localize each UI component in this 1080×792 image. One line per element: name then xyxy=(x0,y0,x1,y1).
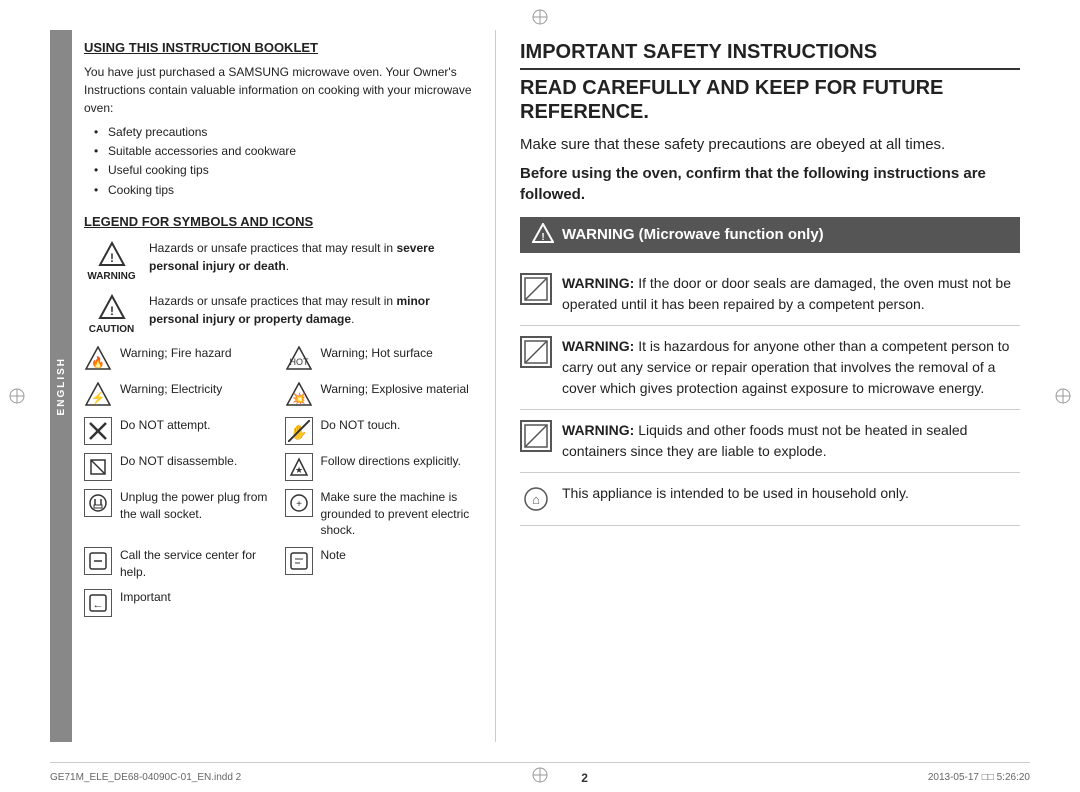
svg-text:★: ★ xyxy=(294,465,302,475)
warning-legend-row: ! WARNING Hazards or unsafe practices th… xyxy=(84,239,475,282)
svg-text:←: ← xyxy=(93,599,104,611)
bullet-item: Safety precautions xyxy=(94,123,475,142)
icon-follow-directions: ★ Follow directions explicitly. xyxy=(285,453,476,481)
svg-text:!: ! xyxy=(110,304,114,318)
legend-title: LEGEND FOR SYMBOLS AND ICONS xyxy=(84,214,475,229)
icon-do-not-disassemble: Do NOT disassemble. xyxy=(84,453,275,481)
svg-text:⌂: ⌂ xyxy=(532,492,540,507)
call-service-icon xyxy=(84,547,112,575)
reg-mark-left xyxy=(8,387,26,405)
language-label: ENGLISH xyxy=(56,357,67,415)
do-not-attempt-icon xyxy=(84,417,112,445)
left-column: USING THIS INSTRUCTION BOOKLET You have … xyxy=(76,30,496,742)
no-touch-icon-1 xyxy=(520,273,552,305)
warning-banner: ! WARNING (Microwave function only) xyxy=(520,217,1020,253)
household-icon: ⌂ xyxy=(520,483,552,515)
icon-do-not-touch: ✋ Do NOT touch. xyxy=(285,417,476,445)
note-icon xyxy=(285,547,313,575)
page-number: 2 xyxy=(581,771,588,785)
svg-text:💥: 💥 xyxy=(292,392,306,405)
content-area: ENGLISH USING THIS INSTRUCTION BOOKLET Y… xyxy=(50,30,1030,742)
do-not-disassemble-icon xyxy=(84,453,112,481)
right-column: IMPORTANT SAFETY INSTRUCTIONS READ CAREF… xyxy=(496,30,1030,742)
reg-mark-right xyxy=(1054,387,1072,405)
booklet-bullet-list: Safety precautions Suitable accessories … xyxy=(94,123,475,200)
sub-title: READ CAREFULLY AND KEEP FOR FUTURE REFER… xyxy=(520,76,1020,124)
safety-item-2-text: WARNING: It is hazardous for anyone othe… xyxy=(562,336,1020,399)
icon-important: ← Important xyxy=(84,589,275,617)
warning-icon-label: ! WARNING xyxy=(84,239,139,282)
icon-call-service: Call the service center for help. xyxy=(84,547,275,581)
bullet-item: Cooking tips xyxy=(94,181,475,200)
footer: GE71M_ELE_DE68-04090C-01_EN.indd 2 2 201… xyxy=(50,762,1030,792)
fire-hazard-icon: 🔥 xyxy=(84,345,112,373)
svg-text:HOT: HOT xyxy=(289,357,309,367)
caution-triangle-icon: ! xyxy=(97,292,127,322)
icon-note: Note xyxy=(285,547,476,581)
safety-item-4: ⌂ This appliance is intended to be used … xyxy=(520,473,1020,526)
svg-text:!: ! xyxy=(110,251,114,265)
legend-section: LEGEND FOR SYMBOLS AND ICONS ! WARNING xyxy=(84,214,475,617)
footer-right-text: 2013-05-17 □□ 5:26:20 xyxy=(928,772,1030,783)
grounded-icon: + xyxy=(285,489,313,517)
icon-fire-hazard: 🔥 Warning; Fire hazard xyxy=(84,345,275,373)
svg-text:⚡: ⚡ xyxy=(91,391,106,405)
no-touch-icon-2 xyxy=(520,336,552,368)
icon-hot-surface: HOT Warning; Hot surface xyxy=(285,345,476,373)
warning-banner-text: WARNING (Microwave function only) xyxy=(562,226,824,243)
safety-item-3-text: WARNING: Liquids and other foods must no… xyxy=(562,420,1020,462)
electricity-icon: ⚡ xyxy=(84,381,112,409)
icon-grid: 🔥 Warning; Fire hazard HOT Warning; xyxy=(84,345,475,617)
bold-intro-paragraph: Before using the oven, confirm that the … xyxy=(520,163,1020,205)
safety-item-1: WARNING: If the door or door seals are d… xyxy=(520,263,1020,326)
reg-mark-top xyxy=(531,8,549,26)
icon-do-not-attempt: Do NOT attempt. xyxy=(84,417,275,445)
warning-triangle-icon: ! xyxy=(97,239,127,269)
follow-directions-icon: ★ xyxy=(285,453,313,481)
caution-legend-row: ! CAUTION Hazards or unsafe practices th… xyxy=(84,292,475,335)
explosive-icon: 💥 xyxy=(285,381,313,409)
safety-item-1-text: WARNING: If the door or door seals are d… xyxy=(562,273,1020,315)
bullet-item: Useful cooking tips xyxy=(94,161,475,180)
main-title: IMPORTANT SAFETY INSTRUCTIONS xyxy=(520,40,1020,70)
svg-text:+: + xyxy=(296,499,302,510)
intro-paragraph: Make sure that these safety precautions … xyxy=(520,134,1020,157)
caution-label-text: CAUTION xyxy=(89,324,135,335)
hot-surface-icon: HOT xyxy=(285,345,313,373)
icon-electricity: ⚡ Warning; Electricity xyxy=(84,381,275,409)
safety-item-4-text: This appliance is intended to be used in… xyxy=(562,483,1020,504)
caution-icon-label: ! CAUTION xyxy=(84,292,139,335)
no-touch-icon-3 xyxy=(520,420,552,452)
important-icon: ← xyxy=(84,589,112,617)
icon-unplug: Unplug the power plug from the wall sock… xyxy=(84,489,275,539)
warning-banner-triangle-icon: ! xyxy=(532,223,554,247)
page-container: ENGLISH USING THIS INSTRUCTION BOOKLET Y… xyxy=(0,0,1080,792)
unplug-icon xyxy=(84,489,112,517)
booklet-section-title: USING THIS INSTRUCTION BOOKLET xyxy=(84,40,475,55)
icon-grounded: + Make sure the machine is grounded to p… xyxy=(285,489,476,539)
warning-description: Hazards or unsafe practices that may res… xyxy=(149,239,475,275)
caution-description: Hazards or unsafe practices that may res… xyxy=(149,292,475,328)
safety-item-3: WARNING: Liquids and other foods must no… xyxy=(520,410,1020,473)
svg-text:!: ! xyxy=(541,232,544,243)
booklet-intro: You have just purchased a SAMSUNG microw… xyxy=(84,63,475,117)
do-not-touch-icon: ✋ xyxy=(285,417,313,445)
language-sidebar: ENGLISH xyxy=(50,30,72,742)
warning-label-text: WARNING xyxy=(87,271,135,282)
icon-explosive: 💥 Warning; Explosive material xyxy=(285,381,476,409)
svg-text:🔥: 🔥 xyxy=(91,356,105,369)
bullet-item: Suitable accessories and cookware xyxy=(94,142,475,161)
safety-item-2: WARNING: It is hazardous for anyone othe… xyxy=(520,326,1020,410)
footer-left-text: GE71M_ELE_DE68-04090C-01_EN.indd 2 xyxy=(50,772,241,783)
